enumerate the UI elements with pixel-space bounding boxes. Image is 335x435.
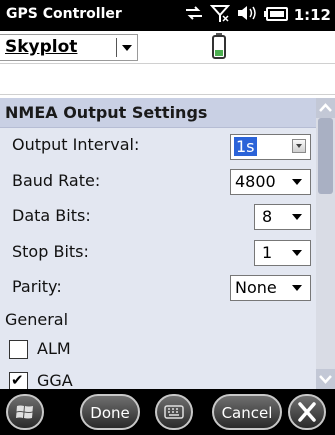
start-button[interactable]	[6, 394, 44, 430]
data-bits-select[interactable]: 8	[254, 204, 311, 230]
alm-label: ALM	[37, 339, 71, 358]
volume-icon	[236, 4, 258, 26]
output-interval-label: Output Interval:	[12, 135, 140, 154]
chevron-up-icon	[319, 103, 332, 112]
baud-rate-select[interactable]: 4800	[230, 169, 311, 195]
battery-level-icon	[212, 33, 226, 63]
section-title: NMEA Output Settings	[5, 103, 208, 122]
view-selector[interactable]: Skyplot	[0, 34, 138, 61]
scroll-down-button[interactable]	[316, 369, 335, 389]
bottom-bar: Done Cancel	[0, 389, 335, 435]
group-label: General	[5, 310, 69, 329]
stop-bits-select[interactable]: 1	[254, 240, 311, 266]
view-selector-label: Skyplot	[5, 37, 78, 57]
scroll-thumb[interactable]	[318, 118, 333, 194]
chevron-down-icon[interactable]	[292, 214, 302, 220]
keyboard-icon	[164, 405, 184, 419]
chevron-down-icon[interactable]	[292, 179, 302, 185]
stop-bits-label: Stop Bits:	[12, 242, 89, 261]
baud-rate-label: Baud Rate:	[12, 171, 101, 190]
keyboard-button[interactable]	[155, 394, 193, 430]
chevron-down-icon[interactable]	[122, 45, 132, 51]
windows-start-icon	[16, 405, 33, 419]
text-field[interactable]	[0, 63, 335, 95]
signal-off-icon	[209, 3, 230, 27]
chevron-down-icon[interactable]	[292, 285, 302, 291]
cancel-button[interactable]: Cancel	[212, 394, 282, 430]
stop-bits-value: 1	[262, 243, 273, 262]
output-interval-value: 1s	[234, 137, 257, 156]
divider	[116, 38, 117, 57]
connectivity-icon	[184, 4, 204, 26]
baud-rate-value: 4800	[235, 172, 276, 191]
data-bits-value: 8	[262, 207, 273, 226]
status-icons: 1:12	[184, 4, 331, 26]
checkmark-icon: ✔	[11, 371, 24, 389]
close-button[interactable]	[288, 394, 326, 430]
done-label: Done	[90, 404, 130, 422]
section-header: NMEA Output Settings	[0, 98, 316, 128]
output-interval-select[interactable]: 1s	[230, 134, 311, 160]
top-bar: Skyplot	[0, 31, 335, 61]
scrollbar[interactable]	[316, 98, 335, 389]
scroll-up-button[interactable]	[316, 98, 335, 118]
cancel-label: Cancel	[221, 404, 273, 422]
data-bits-label: Data Bits:	[12, 206, 91, 225]
parity-select[interactable]: None	[230, 275, 311, 301]
chevron-down-icon	[319, 375, 332, 384]
battery-icon	[263, 6, 288, 25]
chevron-down-icon[interactable]	[292, 139, 306, 153]
gga-checkbox[interactable]: ✔	[9, 371, 28, 389]
close-icon	[298, 402, 316, 422]
clock: 1:12	[293, 6, 331, 24]
parity-label: Parity:	[12, 277, 62, 296]
status-bar: GPS Controller 1:12	[0, 0, 335, 31]
parity-value: None	[235, 278, 277, 297]
settings-panel: NMEA Output Settings Output Interval: 1s…	[0, 98, 316, 389]
chevron-down-icon[interactable]	[292, 250, 302, 256]
alm-checkbox[interactable]	[9, 340, 28, 359]
done-button[interactable]: Done	[80, 394, 140, 430]
gga-label: GGA	[37, 371, 73, 389]
app-title: GPS Controller	[6, 6, 122, 22]
